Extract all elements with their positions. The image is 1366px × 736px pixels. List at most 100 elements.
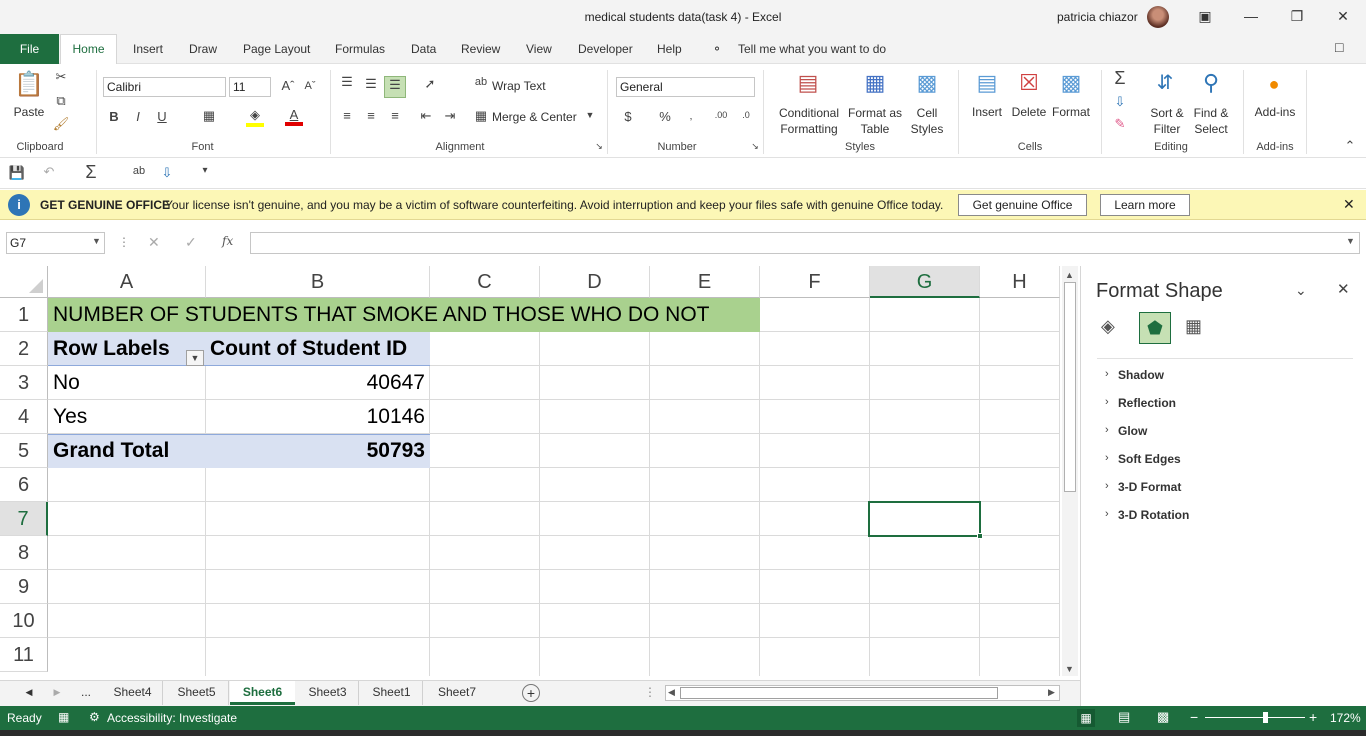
formula-input[interactable] xyxy=(250,232,1360,254)
insert-cells-button[interactable]: Insert xyxy=(966,105,1008,119)
sheet-tab-active[interactable]: Sheet6 xyxy=(230,681,295,705)
tab-review[interactable]: Review xyxy=(461,42,500,56)
close-infobar-icon[interactable]: ✕ xyxy=(1343,196,1355,213)
macro-record-icon[interactable]: ▦ xyxy=(58,710,69,724)
filter-dropdown-icon[interactable]: ▼ xyxy=(186,350,204,366)
tab-file[interactable]: File xyxy=(0,34,59,64)
row-header-7[interactable]: 7 xyxy=(0,502,48,536)
tab-insert[interactable]: Insert xyxy=(133,42,163,56)
scroll-left-icon[interactable]: ◀ xyxy=(668,687,675,698)
row-header-10[interactable]: 10 xyxy=(0,604,48,638)
sheet-tab[interactable]: Sheet7 xyxy=(425,681,489,705)
page-layout-view-icon[interactable]: ▤ xyxy=(1118,709,1130,725)
comments-icon[interactable]: □ xyxy=(1335,39,1343,55)
autosum-icon[interactable]: Σ xyxy=(1110,68,1130,89)
orientation-icon[interactable]: ➚ xyxy=(417,76,443,92)
tell-me-search[interactable]: Tell me what you want to do xyxy=(738,42,886,56)
expand-formula-icon[interactable]: ▼ xyxy=(1346,236,1355,246)
sheet-tab[interactable]: Sheet3 xyxy=(297,681,359,705)
prev-sheet-icon[interactable]: ◀ xyxy=(22,681,36,705)
fill-handle[interactable] xyxy=(977,533,983,539)
learn-more-button[interactable]: Learn more xyxy=(1100,194,1190,216)
undo-icon[interactable]: ↶ xyxy=(40,164,58,180)
currency-icon[interactable]: $ xyxy=(620,109,636,124)
chevron-down-icon[interactable]: ▼ xyxy=(92,236,101,246)
section-reflection[interactable]: Reflection xyxy=(1118,396,1176,410)
copy-icon[interactable]: ⧉ xyxy=(52,93,70,109)
borders-icon[interactable]: ▦ xyxy=(200,108,218,124)
font-size-select[interactable]: 11 xyxy=(229,77,271,97)
paste-button[interactable]: Paste xyxy=(12,105,46,119)
add-sheet-icon[interactable]: + xyxy=(522,684,540,702)
user-name[interactable]: patricia chiazor xyxy=(1057,10,1138,24)
sheet-tab[interactable]: Sheet1 xyxy=(361,681,423,705)
cut-icon[interactable]: ✂ xyxy=(52,69,70,85)
wrap-text-button[interactable]: Wrap Text xyxy=(492,79,546,93)
section-3d-rotation[interactable]: 3-D Rotation xyxy=(1118,508,1189,522)
zoom-slider[interactable] xyxy=(1205,712,1305,723)
alignment-launcher-icon[interactable]: ↘ xyxy=(594,141,604,152)
col-header-c[interactable]: C xyxy=(430,266,540,298)
paste-icon[interactable]: 📋 xyxy=(14,70,44,100)
row-header-2[interactable]: 2 xyxy=(0,332,48,366)
section-shadow[interactable]: Shadow xyxy=(1118,368,1164,382)
tab-page-layout[interactable]: Page Layout xyxy=(243,42,310,56)
sheet-tab[interactable]: Sheet4 xyxy=(103,681,163,705)
row-header-9[interactable]: 9 xyxy=(0,570,48,604)
add-ins-button[interactable]: Add-ins xyxy=(1250,105,1300,119)
zoom-in-icon[interactable]: + xyxy=(1309,709,1317,725)
autosum-icon[interactable]: Σ xyxy=(80,162,102,183)
grand-total-label[interactable]: Grand Total xyxy=(53,434,169,468)
scroll-thumb[interactable] xyxy=(680,687,998,699)
find-select-button[interactable]: Find & Select xyxy=(1188,105,1234,137)
avatar[interactable] xyxy=(1147,6,1169,28)
ribbon-display-options-icon[interactable]: ▣ xyxy=(1195,6,1215,26)
fill-icon[interactable]: ⇩ xyxy=(1110,94,1130,110)
font-name-select[interactable]: Calibri xyxy=(103,77,226,97)
conditional-formatting-button[interactable]: Conditional Formatting xyxy=(770,105,848,137)
fill-down-icon[interactable]: ⇩ xyxy=(158,165,176,181)
font-color-icon[interactable]: A xyxy=(285,107,303,126)
name-box[interactable]: G7 xyxy=(6,232,105,254)
increase-font-icon[interactable]: Aˆ xyxy=(280,78,296,93)
insert-function-icon[interactable]: fx xyxy=(222,234,233,248)
zoom-level[interactable]: 172% xyxy=(1330,711,1361,725)
effects-icon[interactable]: ⬟ xyxy=(1139,312,1171,344)
increase-indent-icon[interactable]: ⇥ xyxy=(441,108,459,124)
decrease-decimal-icon[interactable]: .0 xyxy=(735,110,757,120)
align-bottom-icon[interactable]: ☰ xyxy=(384,76,406,98)
col-header-e[interactable]: E xyxy=(650,266,760,298)
align-center-icon[interactable]: ≡ xyxy=(362,108,380,123)
pivot-row-labels-header[interactable]: Row Labels xyxy=(53,332,170,366)
cell-styles-button[interactable]: Cell Styles xyxy=(902,105,952,137)
select-all-corner[interactable] xyxy=(0,266,48,298)
col-header-b[interactable]: B xyxy=(206,266,430,298)
row-header-3[interactable]: 3 xyxy=(0,366,48,400)
scroll-thumb[interactable] xyxy=(1064,282,1076,492)
pivot-row-label[interactable]: No xyxy=(53,366,80,400)
section-glow[interactable]: Glow xyxy=(1118,424,1147,438)
fill-color-icon[interactable]: ◈ xyxy=(246,107,264,127)
italic-button[interactable]: I xyxy=(130,109,146,124)
underline-button[interactable]: U xyxy=(154,109,170,124)
tab-developer[interactable]: Developer xyxy=(578,42,633,56)
align-middle-icon[interactable]: ☰ xyxy=(362,76,380,92)
collapse-ribbon-icon[interactable]: ⌃ xyxy=(1342,138,1358,154)
pivot-row-label[interactable]: Yes xyxy=(53,400,87,434)
increase-decimal-icon[interactable]: .00 xyxy=(710,110,732,120)
sort-filter-button[interactable]: Sort & Filter xyxy=(1144,105,1190,137)
bold-button[interactable]: B xyxy=(106,109,122,124)
sheet-tab[interactable]: Sheet5 xyxy=(165,681,229,705)
customize-qat-icon[interactable]: ▾ xyxy=(198,165,212,176)
tab-help[interactable]: Help xyxy=(657,42,682,56)
delete-cells-button[interactable]: Delete xyxy=(1008,105,1050,119)
row-header-11[interactable]: 11 xyxy=(0,638,48,672)
pane-options-icon[interactable]: ⌄ xyxy=(1295,282,1307,299)
get-genuine-office-button[interactable]: Get genuine Office xyxy=(958,194,1087,216)
tab-view[interactable]: View xyxy=(526,42,552,56)
section-soft-edges[interactable]: Soft Edges xyxy=(1118,452,1181,466)
align-top-icon[interactable]: ☰ xyxy=(338,74,356,90)
worksheet-grid[interactable]: A B C D E F G H 1 2 3 4 5 6 7 8 9 10 11 … xyxy=(0,266,1080,676)
next-sheet-icon[interactable]: ▶ xyxy=(50,681,64,705)
col-header-g[interactable]: G xyxy=(870,266,980,298)
